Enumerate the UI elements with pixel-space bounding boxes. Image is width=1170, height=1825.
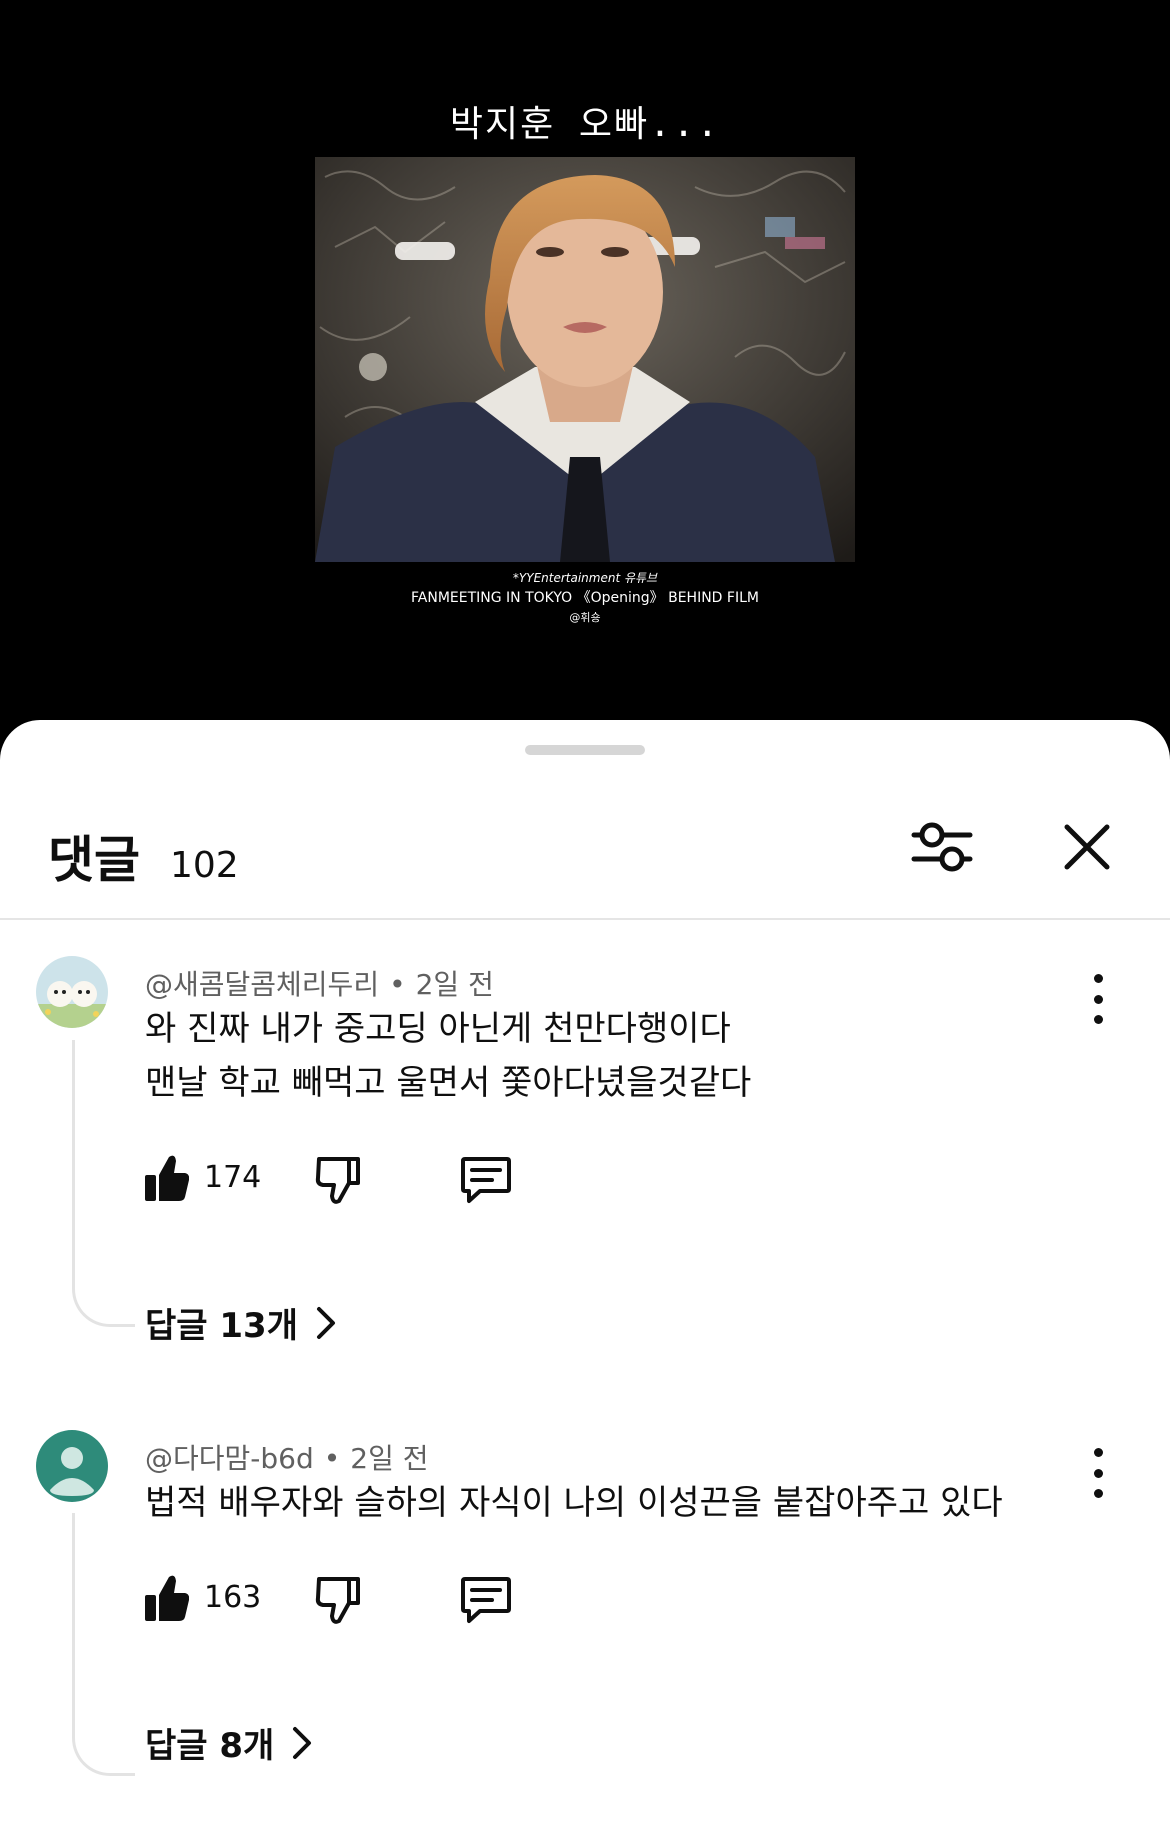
sort-filter-button[interactable] [905,810,979,884]
more-options-button[interactable] [1080,974,1116,1024]
close-icon [1064,824,1110,870]
comment-text-line: 법적 배우자와 슬하의 자식이 나의 이성끈을 붙잡아주고 있다 [145,1483,1003,1523]
credit-film: FANMEETING IN TOKYO 《Opening》 BEHIND FIL… [411,590,759,606]
view-replies-button[interactable]: 답글 13개 [145,1298,336,1347]
comment-text: 와 진짜 내가 중고딩 아닌게 천만다행이다 맨날 학교 빼먹고 울면서 쫓아다… [145,1002,751,1110]
comment-author[interactable]: @새콤달콤체리두리 [145,968,379,1001]
close-button[interactable] [1055,810,1119,884]
avatar[interactable] [36,956,108,1028]
comments-sheet: 댓글 102 @새콤달콤체리두리 • 2일 전 와 진짜 내가 중고딩 아닌게 … [0,720,1170,1825]
video-frame-image [315,157,855,562]
thread-connector-line [72,1513,135,1776]
thumbs-up-filled-icon[interactable] [145,1153,189,1203]
thumbs-down-icon[interactable] [315,1575,361,1625]
thread-connector-line [72,1040,135,1327]
comment-actions: 163 [145,1573,545,1629]
replies-label: 답글 13개 [145,1306,298,1346]
comment-meta: @다다맘-b6d • 2일 전 [145,1442,429,1475]
comment-time: 2일 전 [415,968,494,1001]
comment-text-line: 와 진짜 내가 중고딩 아닌게 천만다행이다 [145,1009,731,1049]
video-credits: *YYEntertainment 유튜브 FANMEETING IN TOKYO… [0,568,1170,628]
view-replies-button[interactable]: 답글 8개 [145,1718,312,1767]
comment-text-line: 맨날 학교 빼먹고 울면서 쫓아다녔을것같다 [145,1063,752,1103]
avatar[interactable] [36,1430,108,1502]
thumbs-up-filled-icon[interactable] [145,1573,189,1623]
video-caption-title: 박지훈 오빠... [449,104,721,145]
comments-title: 댓글 [48,831,140,889]
chevron-right-icon [317,1306,335,1339]
comments-header: 댓글 102 [48,820,239,900]
like-count: 174 [204,1160,262,1195]
comments-count: 102 [170,845,239,886]
like-count: 163 [204,1580,262,1615]
comment-author[interactable]: @다다맘-b6d [145,1442,314,1475]
credit-source: *YYEntertainment 유튜브 [512,571,658,585]
more-options-button[interactable] [1080,1448,1116,1498]
comment-actions: 174 [145,1153,545,1209]
comment-time: 2일 전 [350,1442,429,1475]
credit-author: @휘숑 [569,611,601,624]
comment-meta: @새콤달콤체리두리 • 2일 전 [145,968,494,1001]
reply-comment-icon[interactable] [460,1155,512,1205]
header-divider [0,918,1170,920]
sliders-icon [911,822,973,872]
drag-handle[interactable] [525,745,645,755]
chevron-right-icon [293,1726,312,1759]
reply-comment-icon[interactable] [460,1575,512,1625]
thumbs-down-icon[interactable] [315,1155,361,1205]
comment-text: 법적 배우자와 슬하의 자식이 나의 이성끈을 붙잡아주고 있다 [145,1476,1003,1530]
video-player[interactable]: 박지훈 오빠... *YYEntertainment 유튜브 FANMEETIN… [0,0,1170,740]
replies-label: 답글 8개 [145,1726,275,1766]
